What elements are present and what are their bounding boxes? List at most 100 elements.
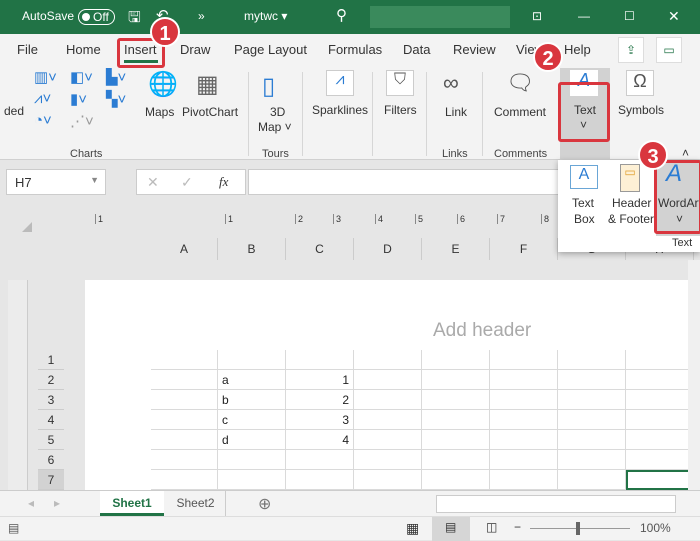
column-header-d[interactable]: D xyxy=(354,238,422,260)
comments-button[interactable]: ▭ xyxy=(656,37,682,63)
cell[interactable] xyxy=(558,390,626,410)
cell[interactable] xyxy=(490,470,558,490)
cell[interactable] xyxy=(490,450,558,470)
cell[interactable] xyxy=(558,350,626,370)
zoom-slider-thumb[interactable] xyxy=(576,522,580,535)
row-header[interactable]: 2 xyxy=(38,370,64,390)
row-header[interactable]: 7 xyxy=(38,470,64,490)
macro-record-icon[interactable]: ▤ xyxy=(8,521,19,535)
cell[interactable] xyxy=(626,470,690,490)
cell[interactable] xyxy=(218,350,286,370)
pivotchart-icon[interactable]: ▦ xyxy=(196,70,219,99)
cell[interactable]: b xyxy=(218,390,286,410)
cell[interactable] xyxy=(151,350,218,370)
cell[interactable] xyxy=(354,390,422,410)
3d-map-icon[interactable]: ▯ xyxy=(262,72,275,101)
enter-icon[interactable]: ✓ xyxy=(181,174,193,191)
prev-sheet-icon[interactable]: ◂ xyxy=(28,496,34,510)
zoom-out-icon[interactable]: − xyxy=(514,520,521,534)
cell[interactable] xyxy=(354,450,422,470)
minimize-icon[interactable]: — xyxy=(578,9,590,23)
tab-formulas[interactable]: Formulas xyxy=(328,42,382,57)
cell[interactable] xyxy=(490,390,558,410)
cell[interactable]: 4 xyxy=(286,430,354,450)
comment-icon[interactable]: 🗨 xyxy=(506,70,534,96)
cell[interactable] xyxy=(286,450,354,470)
cell[interactable] xyxy=(286,350,354,370)
cell[interactable] xyxy=(422,370,490,390)
cell[interactable] xyxy=(422,350,490,370)
row-header[interactable]: 4 xyxy=(38,410,64,430)
pie-chart-icon[interactable]: ◔˅ xyxy=(34,112,52,129)
cell[interactable]: c xyxy=(218,410,286,430)
tab-data[interactable]: Data xyxy=(403,42,430,57)
cell[interactable] xyxy=(218,450,286,470)
page-layout-view-button[interactable]: ▤ xyxy=(432,517,470,541)
column-header-e[interactable]: E xyxy=(422,238,490,260)
cancel-icon[interactable]: ✕ xyxy=(147,174,159,191)
cell[interactable] xyxy=(151,390,218,410)
link-button[interactable]: Link xyxy=(445,105,467,119)
next-sheet-icon[interactable]: ▸ xyxy=(54,496,60,510)
add-sheet-icon[interactable]: ⊕ xyxy=(258,494,271,514)
cell[interactable] xyxy=(626,430,690,450)
maps-icon[interactable]: 🌐 xyxy=(148,70,178,99)
tab-file[interactable]: File xyxy=(17,42,38,57)
vertical-scrollbar[interactable] xyxy=(688,260,700,490)
filters-icon[interactable]: ⛉ xyxy=(386,70,414,96)
cell[interactable] xyxy=(558,370,626,390)
pivotchart-button[interactable]: PivotChart xyxy=(182,105,238,119)
comment-button[interactable]: Comment xyxy=(494,105,546,119)
cell[interactable] xyxy=(558,450,626,470)
search-icon[interactable]: ⚲ xyxy=(336,6,347,24)
row-header[interactable]: 5 xyxy=(38,430,64,450)
zoom-level[interactable]: 100% xyxy=(640,521,671,535)
cell[interactable] xyxy=(354,410,422,430)
column-header-b[interactable]: B xyxy=(218,238,286,260)
maximize-icon[interactable]: ☐ xyxy=(624,9,635,23)
cell[interactable] xyxy=(490,370,558,390)
cell[interactable] xyxy=(151,370,218,390)
select-all-corner[interactable] xyxy=(22,222,32,232)
cell[interactable] xyxy=(490,430,558,450)
row-header[interactable]: 6 xyxy=(38,450,64,470)
text-box-button[interactable]: Text xyxy=(572,196,594,210)
cell[interactable] xyxy=(558,470,626,490)
cell[interactable] xyxy=(354,430,422,450)
cell[interactable] xyxy=(422,470,490,490)
zoom-slider[interactable] xyxy=(530,528,630,529)
waterfall-chart-icon[interactable]: ▙˅ xyxy=(106,68,126,86)
statistic-chart-icon[interactable]: ▮˅ xyxy=(70,90,87,108)
collapse-ribbon-icon[interactable]: ˄ xyxy=(682,146,689,160)
cell[interactable] xyxy=(151,450,218,470)
filename[interactable]: mytwc ▾ xyxy=(244,9,287,23)
column-header-f[interactable]: F xyxy=(490,238,558,260)
share-button[interactable]: ⇪ xyxy=(618,37,644,63)
cell[interactable] xyxy=(354,470,422,490)
more-commands-icon[interactable]: » xyxy=(198,9,205,23)
cell[interactable] xyxy=(151,430,218,450)
maps-button[interactable]: Maps xyxy=(145,105,174,119)
filters-button[interactable]: Filters xyxy=(384,103,417,117)
name-box[interactable]: H7 ▼ xyxy=(6,169,106,195)
cell[interactable]: 1 xyxy=(286,370,354,390)
column-header-a[interactable]: A xyxy=(151,238,218,260)
cell[interactable] xyxy=(626,390,690,410)
row-header[interactable]: 1 xyxy=(38,350,64,370)
link-icon[interactable]: ∞ xyxy=(443,70,459,96)
line-chart-icon[interactable]: ⩘˅ xyxy=(34,90,51,107)
cell[interactable] xyxy=(490,350,558,370)
combo-chart-icon[interactable]: ▚˅ xyxy=(106,90,126,108)
close-icon[interactable]: ✕ xyxy=(668,8,680,25)
3d-map-button[interactable]: 3D xyxy=(270,105,285,119)
tab-page-layout[interactable]: Page Layout xyxy=(234,42,307,57)
cell[interactable] xyxy=(490,410,558,430)
sparklines-icon[interactable]: ⩘ xyxy=(326,70,354,96)
chevron-down-icon[interactable]: ▼ xyxy=(90,175,99,185)
header-footer-button[interactable]: Header xyxy=(612,196,651,210)
cell[interactable] xyxy=(626,370,690,390)
cell[interactable] xyxy=(151,470,218,490)
autosave-toggle[interactable]: Off xyxy=(78,9,115,25)
row-header[interactable]: 3 xyxy=(38,390,64,410)
sparklines-button[interactable]: Sparklines xyxy=(312,103,368,117)
